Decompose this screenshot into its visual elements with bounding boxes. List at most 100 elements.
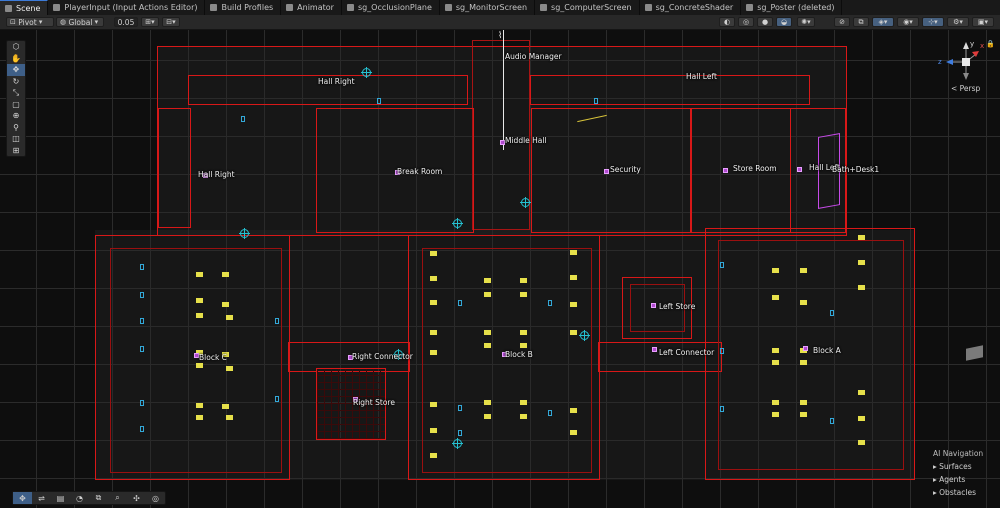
audio-toggle[interactable]: ⊘: [834, 17, 850, 27]
transform-tool-button[interactable]: ⊕: [7, 110, 25, 122]
label-block-a[interactable]: Block A: [813, 346, 841, 355]
navigate-overlay-button[interactable]: ◎: [146, 492, 165, 504]
wireframe-button[interactable]: ◎: [738, 17, 754, 27]
label-store-room[interactable]: Store Room: [733, 164, 777, 173]
view-tool-button[interactable]: ⬡: [7, 41, 25, 53]
scene-visibility-toggle[interactable]: ◈▾: [872, 17, 894, 27]
label-hall-right[interactable]: Hall Right: [198, 170, 235, 179]
chart-overlay-button[interactable]: ▤: [51, 492, 70, 504]
tab-sg-occlusion-plane[interactable]: sg_OcclusionPlane: [342, 0, 440, 15]
tools-toggle[interactable]: ⚙▾: [947, 17, 969, 27]
pivot-toggle[interactable]: ⊡ Pivot ▾: [6, 17, 54, 27]
hand-icon: ✋: [11, 53, 21, 63]
marker-left-store[interactable]: [651, 303, 656, 308]
custom-tool-button[interactable]: ⚲: [7, 122, 25, 134]
label-left-connector[interactable]: Left Connector: [659, 348, 714, 357]
label-security[interactable]: Security: [610, 165, 641, 174]
label-left-store[interactable]: Left Store: [659, 302, 695, 311]
shaded-button[interactable]: ●: [757, 17, 773, 27]
lock-icon[interactable]: 🔒: [986, 40, 995, 48]
move-icon: ✥: [12, 65, 20, 75]
scene-viewport[interactable]: ⌇ Audio Manager Hall Right Hall Left Mid…: [0, 30, 1000, 508]
label-block-c[interactable]: Block C: [199, 353, 227, 362]
camera-gizmo-icon[interactable]: [452, 218, 463, 229]
ai-nav-surfaces[interactable]: ▸ Surfaces: [933, 460, 1000, 473]
grid-icon: [5, 4, 12, 12]
transform-icon: ⊕: [12, 111, 20, 121]
tab-animator[interactable]: Animator: [281, 0, 342, 15]
ai-nav-obstacles[interactable]: ▸ Obstacles: [933, 486, 1000, 499]
tab-build-profiles[interactable]: Build Profiles: [205, 0, 282, 15]
marker-hall-left[interactable]: [797, 167, 802, 172]
desk: [196, 403, 203, 408]
audio-manager-line: [503, 30, 504, 150]
label-audio-manager[interactable]: Audio Manager: [505, 52, 562, 61]
pan-icon: ✣: [133, 493, 140, 503]
snap-increment-field[interactable]: 0.05: [114, 17, 138, 27]
hidden-objects-toggle[interactable]: ◉▾: [897, 17, 919, 27]
edge-overlay-button[interactable]: ⇌: [32, 492, 51, 504]
camera-gizmo-icon[interactable]: [361, 67, 372, 78]
camera-gizmo-icon[interactable]: [520, 197, 531, 208]
label-hall-right-top[interactable]: Hall Right: [318, 77, 355, 86]
monitor-chip: [140, 292, 144, 298]
camera-settings-button[interactable]: ▣▾: [972, 17, 994, 27]
marker-block-a[interactable]: [803, 346, 808, 351]
tab-player-input[interactable]: PlayerInput (Input Actions Editor): [48, 0, 206, 15]
shaded-wireframe-button[interactable]: ◒: [776, 17, 792, 27]
camera-gizmo-icon[interactable]: [579, 330, 590, 341]
tab-sg-poster[interactable]: sg_Poster (deleted): [741, 0, 843, 15]
label-hall-left-top[interactable]: Hall Left: [686, 72, 717, 81]
grid-tool-button[interactable]: ⊞: [7, 145, 25, 157]
desk: [800, 300, 807, 305]
light-icon: ✺▾: [801, 17, 811, 26]
tab-sg-computer-screen[interactable]: sg_ComputerScreen: [535, 0, 640, 15]
audio-source-icon[interactable]: ⌇: [498, 31, 502, 41]
block-c-inner: [110, 248, 282, 473]
cycle-overlay-button[interactable]: ◔: [70, 492, 89, 504]
rotate-tool-button[interactable]: ↻: [7, 76, 25, 88]
grid-snapping-button[interactable]: ⊞▾: [141, 17, 159, 27]
search-overlay-button[interactable]: ⌕: [108, 492, 127, 504]
monitor-chip: [140, 400, 144, 406]
move-tool-button[interactable]: ✥: [7, 64, 25, 76]
label-right-connector[interactable]: Right Connector: [352, 352, 413, 361]
gizmo-icon: ⊹▾: [928, 17, 938, 26]
move-overlay-button[interactable]: ✥: [13, 492, 32, 504]
desk: [520, 400, 527, 405]
camera-gizmo-icon[interactable]: [452, 438, 463, 449]
orientation-gizmo[interactable]: x y z 🔒 < Persp: [934, 40, 995, 93]
ai-nav-agents[interactable]: ▸ Agents: [933, 473, 1000, 486]
label-right-store[interactable]: Right Store: [353, 398, 395, 407]
draw-mode-button[interactable]: ◐: [719, 17, 735, 27]
tab-sg-concrete-shader[interactable]: sg_ConcreteShader: [640, 0, 742, 15]
marker-left-connector[interactable]: [652, 347, 657, 352]
global-local-toggle[interactable]: ◍ Global ▾: [56, 17, 104, 27]
tab-sg-monitor-screen[interactable]: sg_MonitorScreen: [440, 0, 536, 15]
marker-store-room[interactable]: [723, 168, 728, 173]
monitor-chip: [830, 418, 834, 424]
desk: [430, 330, 437, 335]
marker-security[interactable]: [604, 169, 609, 174]
label-middle-hall[interactable]: Middle Hall: [505, 136, 547, 145]
lighting-toggle[interactable]: ✺▾: [797, 17, 815, 27]
desk: [800, 360, 807, 365]
label-break-room[interactable]: Break Room: [397, 167, 442, 176]
increment-snap-button[interactable]: ⊟▾: [162, 17, 180, 27]
pan-overlay-button[interactable]: ✣: [127, 492, 146, 504]
label-block-b[interactable]: Block B: [505, 350, 533, 359]
monitor-chip: [140, 264, 144, 270]
snap-icon: ⊟▾: [166, 17, 176, 26]
rect-tool-button[interactable]: ▢: [7, 99, 25, 111]
probuilder-tool-button[interactable]: ◫: [7, 133, 25, 145]
layers-overlay-button[interactable]: ⧉: [89, 492, 108, 504]
scale-tool-button[interactable]: ⤡: [7, 87, 25, 99]
gizmos-toggle[interactable]: ⊹▾: [922, 17, 944, 27]
desk: [570, 250, 577, 255]
tab-scene[interactable]: Scene: [0, 0, 49, 15]
projection-toggle[interactable]: < Persp: [951, 84, 980, 93]
camera-gizmo-icon[interactable]: [239, 228, 250, 239]
label-bath-desk[interactable]: Bath+Desk1: [832, 165, 879, 174]
effects-toggle[interactable]: ⧉: [853, 17, 869, 27]
hand-tool-button[interactable]: ✋: [7, 53, 25, 65]
